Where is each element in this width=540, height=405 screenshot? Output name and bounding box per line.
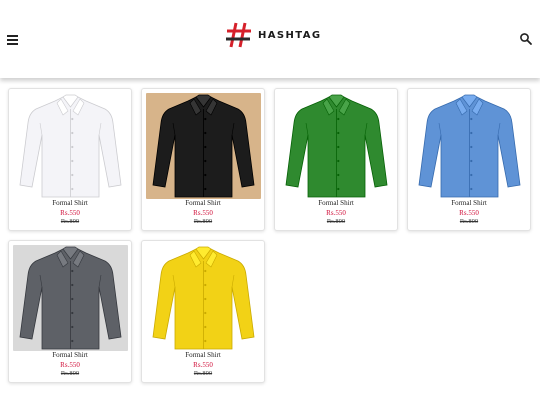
product-image	[412, 93, 527, 199]
shirt-button	[337, 131, 340, 135]
product-image	[146, 93, 261, 199]
product-price: Rs.550	[60, 361, 80, 369]
product-image	[279, 93, 394, 199]
shirt-illustration	[412, 93, 527, 199]
product-card[interactable]: Formal Shirt Rs.550 Rs.800	[141, 240, 265, 383]
product-card[interactable]: Formal Shirt Rs.550 Rs.800	[407, 88, 531, 231]
shirt-button	[71, 145, 74, 149]
shirt-button	[470, 145, 473, 149]
shirt-button	[204, 269, 207, 273]
shirt-illustration	[146, 93, 261, 199]
shirt-button	[71, 325, 74, 329]
product-name: Formal Shirt	[185, 199, 221, 207]
shirt-button	[470, 131, 473, 135]
shirt-button	[204, 131, 207, 135]
shirt-button	[204, 117, 207, 121]
shirt-button	[71, 339, 74, 343]
shirt-button	[71, 297, 74, 301]
product-price: Rs.550	[193, 361, 213, 369]
shirt-button	[470, 159, 473, 163]
product-original-price: Rs.800	[60, 218, 80, 225]
shirt-button	[71, 269, 74, 273]
shirt-button	[204, 339, 207, 343]
product-image	[146, 245, 261, 351]
shirt-button	[204, 159, 207, 163]
shirt-button	[204, 187, 207, 191]
shirt-button	[470, 117, 473, 121]
shirt-button	[337, 173, 340, 177]
shirt-button	[204, 173, 207, 177]
product-name: Formal Shirt	[451, 199, 487, 207]
product-name: Formal Shirt	[318, 199, 354, 207]
shirt-button	[71, 283, 74, 287]
product-image	[13, 93, 128, 199]
product-original-price: Rs.800	[459, 218, 479, 225]
product-card[interactable]: Formal Shirt Rs.550 Rs.800	[8, 240, 132, 383]
shirt-button	[204, 283, 207, 287]
product-name: Formal Shirt	[52, 199, 88, 207]
shirt-button	[204, 297, 207, 301]
shirt-button	[204, 311, 207, 315]
shirt-illustration	[146, 245, 261, 351]
shirt-illustration	[13, 245, 128, 351]
product-original-price: Rs.800	[193, 218, 213, 225]
product-price: Rs.550	[459, 209, 479, 217]
hashtag-logo-icon	[226, 22, 251, 48]
product-price: Rs.550	[326, 209, 346, 217]
shirt-illustration	[13, 93, 128, 199]
shirt-button	[337, 187, 340, 191]
shirt-button	[337, 145, 340, 149]
product-original-price: Rs.800	[193, 370, 213, 377]
shirt-button	[71, 173, 74, 177]
brand-logo[interactable]: HASHTAG	[224, 20, 321, 50]
product-image	[13, 245, 128, 351]
product-name: Formal Shirt	[52, 351, 88, 359]
shirt-button	[71, 159, 74, 163]
shirt-button	[337, 117, 340, 121]
product-name: Formal Shirt	[185, 351, 221, 359]
shirt-button	[470, 187, 473, 191]
shirt-button	[204, 145, 207, 149]
shirt-button	[71, 187, 74, 191]
shirt-button	[204, 325, 207, 329]
shirt-button	[337, 159, 340, 163]
hamburger-menu-icon[interactable]	[6, 31, 20, 49]
product-price: Rs.550	[60, 209, 80, 217]
product-original-price: Rs.800	[326, 218, 346, 225]
brand-name: HASHTAG	[258, 29, 322, 41]
shirt-button	[71, 117, 74, 121]
product-original-price: Rs.800	[60, 370, 80, 377]
shirt-button	[71, 311, 74, 315]
product-card[interactable]: Formal Shirt Rs.550 Rs.800	[141, 88, 265, 231]
product-card[interactable]: Formal Shirt Rs.550 Rs.800	[274, 88, 398, 231]
search-icon[interactable]	[519, 32, 533, 46]
shirt-illustration	[279, 93, 394, 199]
shirt-button	[470, 173, 473, 177]
shirt-button	[71, 131, 74, 135]
app-header: HASHTAG	[0, 0, 540, 78]
product-card[interactable]: Formal Shirt Rs.550 Rs.800	[8, 88, 132, 231]
product-price: Rs.550	[193, 209, 213, 217]
